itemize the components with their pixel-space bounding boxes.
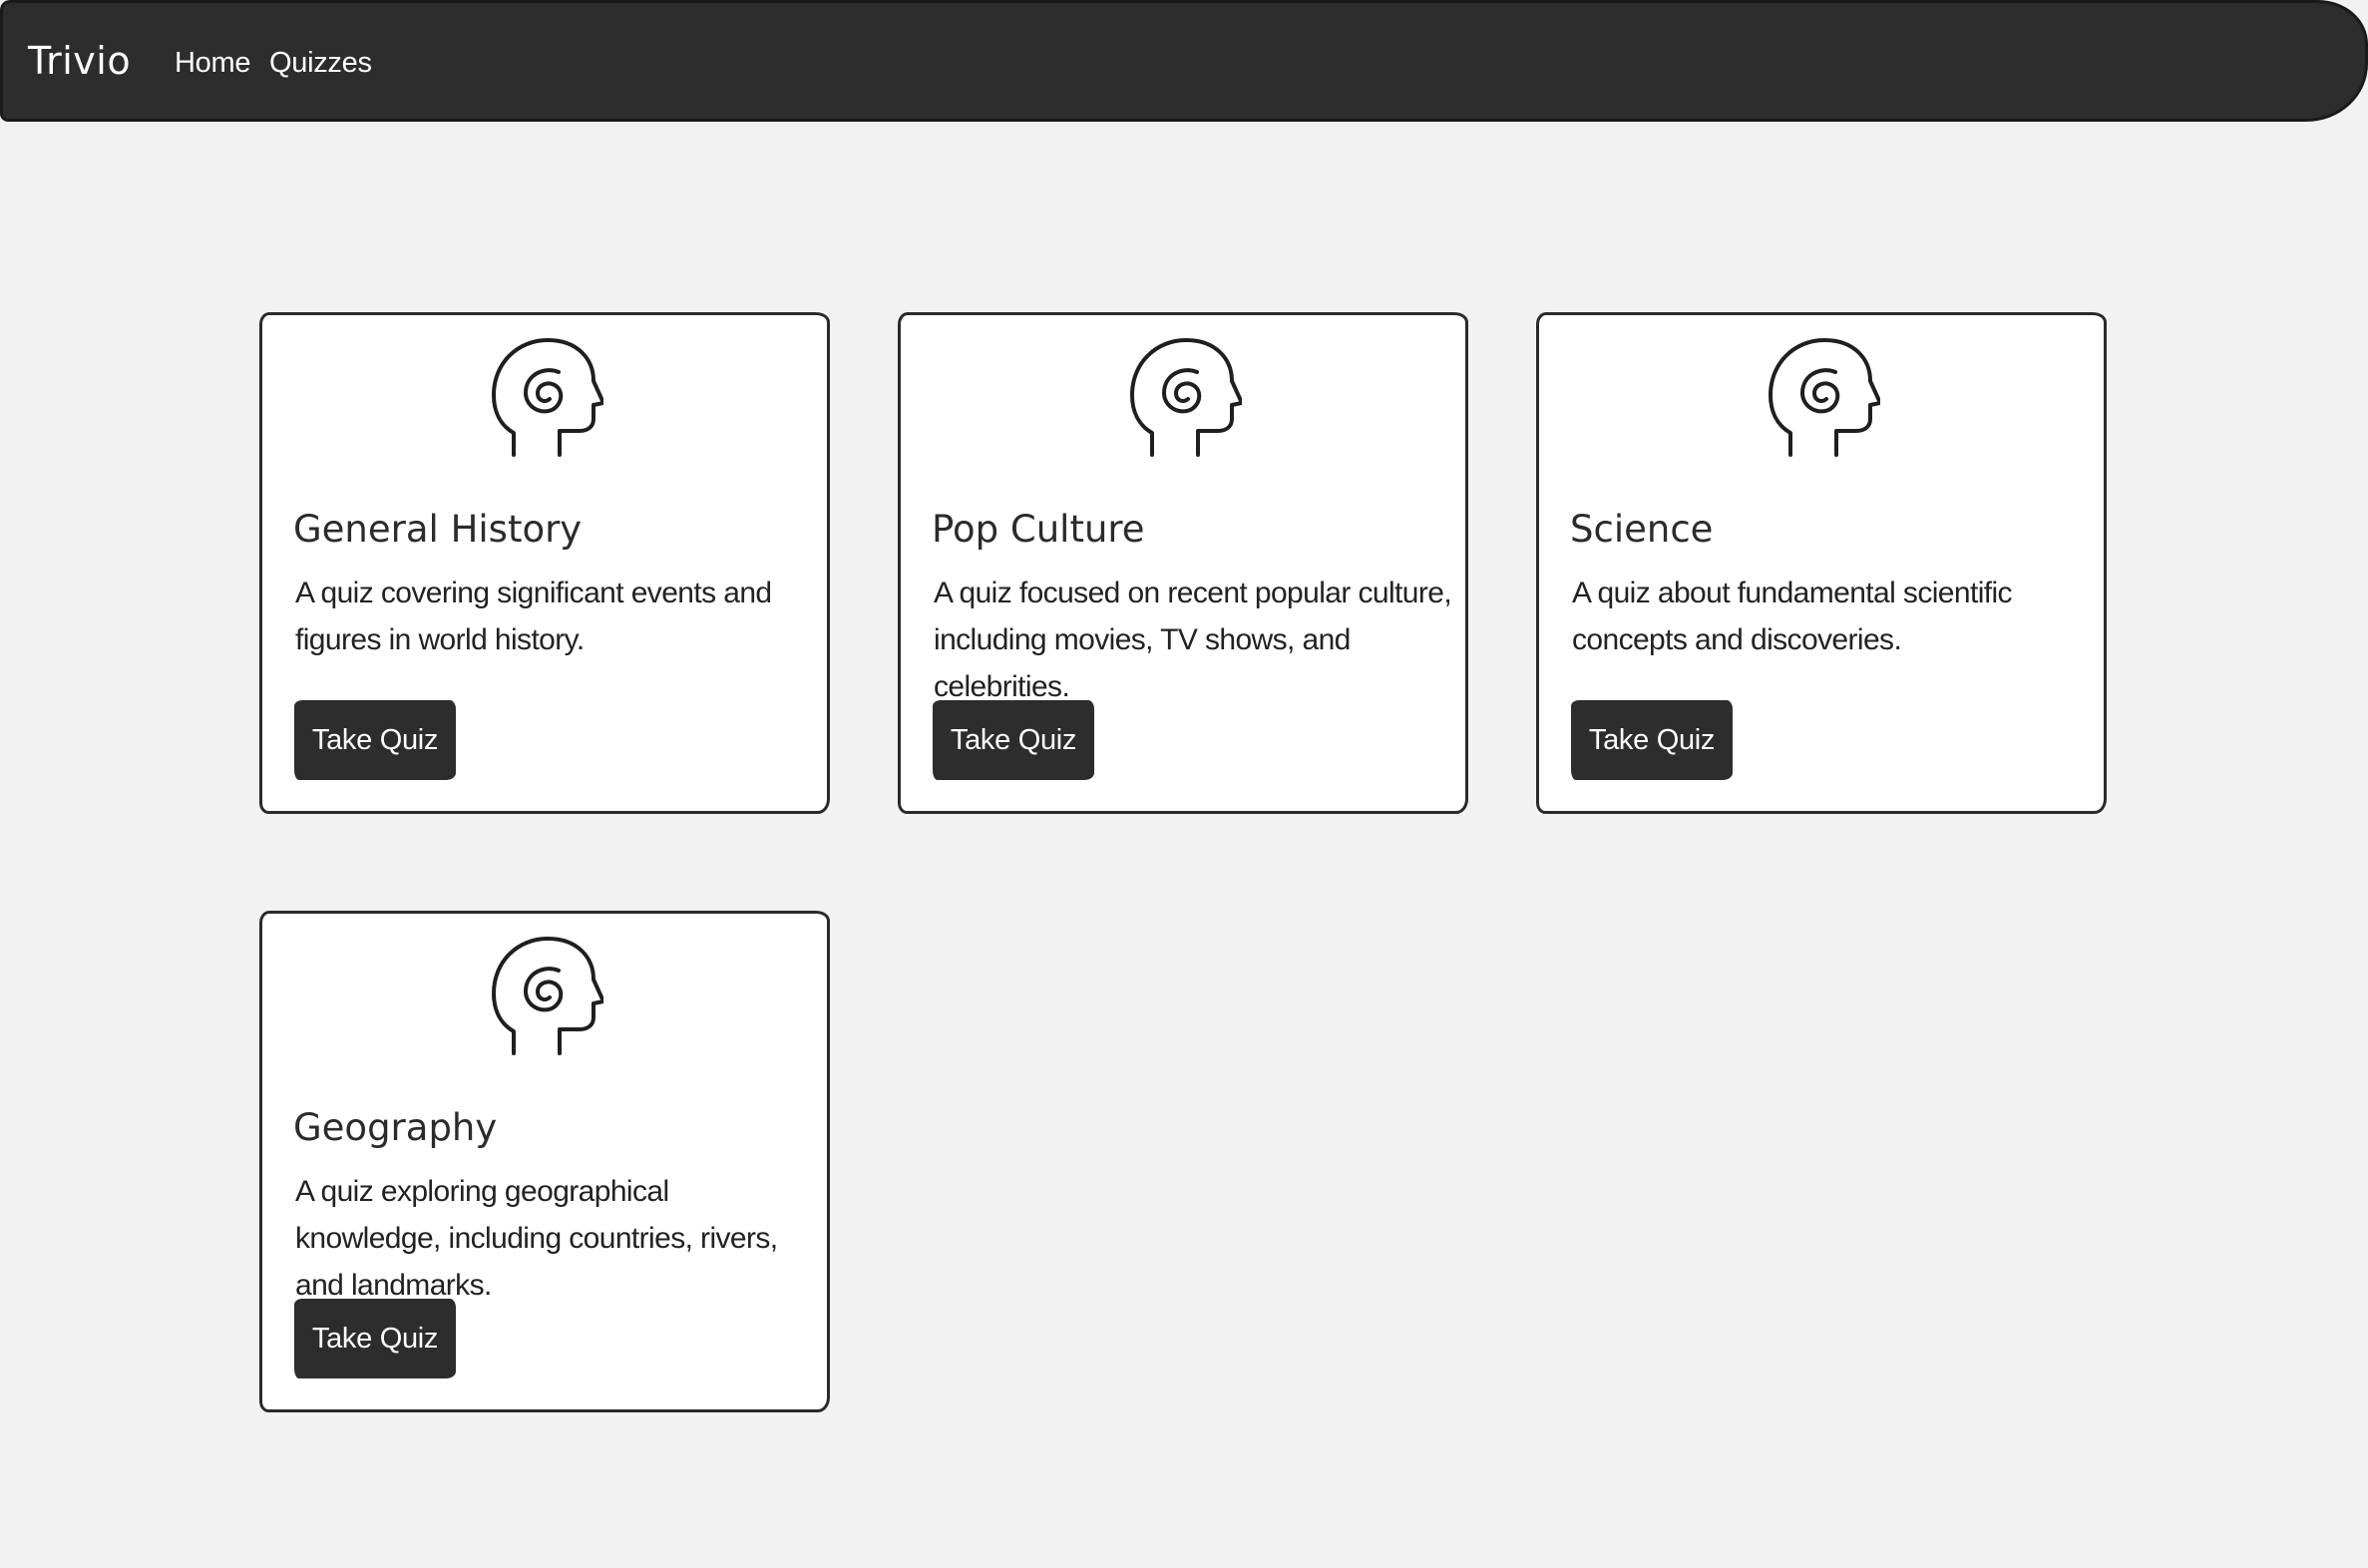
head-spiral-icon: [492, 937, 603, 1055]
nav-link-home[interactable]: Home: [175, 43, 250, 83]
quiz-card-science: Science A quiz about fundamental scienti…: [1536, 312, 2107, 814]
quiz-title: Pop Culture: [932, 508, 1145, 551]
quiz-card-pop-culture: Pop Culture A quiz focused on recent pop…: [898, 312, 1468, 814]
quiz-description: A quiz focused on recent popular culture…: [934, 577, 1452, 703]
quiz-title: General History: [293, 508, 583, 551]
take-quiz-button[interactable]: Take Quiz: [1571, 700, 1733, 780]
quiz-title: Science: [1570, 508, 1714, 551]
head-spiral-icon: [1130, 338, 1242, 457]
take-quiz-button[interactable]: Take Quiz: [933, 700, 1094, 780]
top-navbar: Trivio Home Quizzes: [0, 0, 2368, 122]
quiz-card-general-history: General History A quiz covering signific…: [259, 312, 830, 814]
brand-logo[interactable]: Trivio: [28, 37, 131, 85]
quiz-title: Geography: [293, 1106, 498, 1149]
quiz-description: A quiz about fundamental scientific conc…: [1572, 577, 2013, 656]
head-spiral-icon: [1769, 338, 1880, 457]
head-spiral-icon: [492, 338, 603, 457]
take-quiz-button[interactable]: Take Quiz: [294, 700, 456, 780]
quiz-description: A quiz exploring geographical knowledge,…: [295, 1175, 778, 1302]
quiz-card-geography: Geography A quiz exploring geographical …: [259, 911, 830, 1412]
nav-link-quizzes[interactable]: Quizzes: [269, 43, 372, 83]
quiz-description: A quiz covering significant events and f…: [295, 577, 772, 656]
take-quiz-button[interactable]: Take Quiz: [294, 1299, 456, 1378]
